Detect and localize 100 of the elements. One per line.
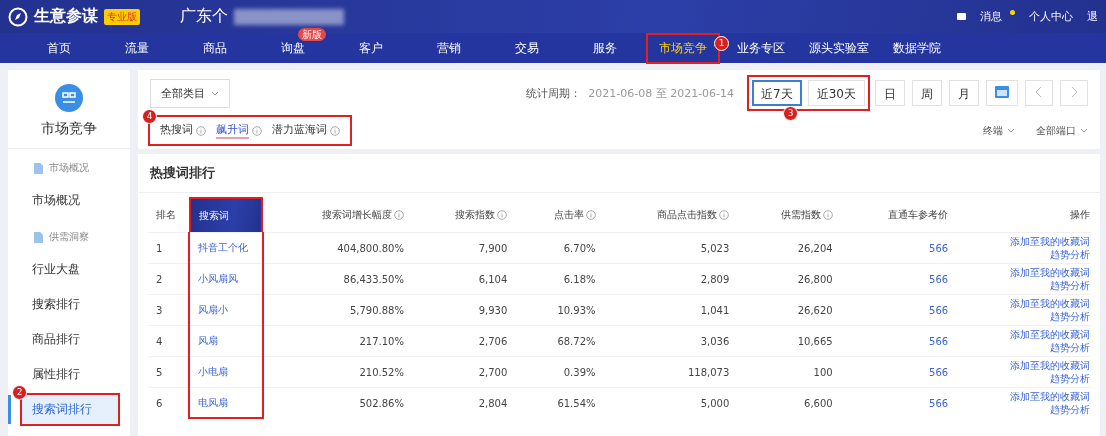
keyword-link[interactable]: 小风扇风 bbox=[189, 263, 263, 295]
table-cell[interactable]: 566 bbox=[840, 294, 957, 326]
step-marker: 1 bbox=[714, 35, 729, 51]
info-icon[interactable] bbox=[196, 125, 206, 136]
chevron-down-icon bbox=[1007, 128, 1015, 133]
info-icon[interactable] bbox=[393, 209, 404, 220]
sidebar-item[interactable]: 行业大盘 bbox=[22, 255, 118, 284]
action-link[interactable]: 趋势分析 bbox=[964, 279, 1090, 292]
table-title: 热搜词排行 bbox=[138, 154, 1100, 193]
action-link[interactable]: 添加至我的收藏词 bbox=[964, 359, 1090, 372]
table-cell: 100 bbox=[737, 356, 841, 388]
table-cell: 5,000 bbox=[603, 387, 738, 418]
action-link[interactable]: 趋势分析 bbox=[964, 341, 1090, 354]
table-cell: 26,800 bbox=[737, 263, 841, 295]
step-marker: 2 bbox=[12, 385, 27, 400]
table-cell: 6.70% bbox=[515, 232, 604, 264]
sidebar-item[interactable]: 搜索排行 bbox=[22, 290, 118, 319]
calendar-button[interactable] bbox=[986, 80, 1018, 106]
table-cell[interactable]: 566 bbox=[840, 232, 957, 264]
table-cell: 6 bbox=[148, 387, 189, 418]
table-cell: 217.10% bbox=[263, 325, 412, 357]
action-link[interactable]: 添加至我的收藏词 bbox=[964, 266, 1090, 279]
table-cell: 9,930 bbox=[411, 294, 516, 326]
nav-tab[interactable]: 源头实验室 bbox=[805, 33, 873, 63]
selection-bar bbox=[8, 395, 11, 424]
table-cell: 10.93% bbox=[515, 294, 604, 326]
table-cell: 2 bbox=[148, 263, 189, 295]
edition-tag: 专业版 bbox=[104, 8, 140, 25]
nav-tab[interactable]: 服务 bbox=[589, 33, 621, 63]
table-cell[interactable]: 566 bbox=[840, 356, 957, 388]
period-label: 统计周期： bbox=[526, 85, 582, 101]
info-icon[interactable] bbox=[330, 125, 340, 136]
table-cell: 502.86% bbox=[263, 387, 412, 418]
keyword-link[interactable]: 电风扇 bbox=[189, 387, 263, 418]
table-cell: 4 bbox=[148, 325, 189, 357]
action-link[interactable]: 趋势分析 bbox=[964, 403, 1090, 416]
table-cell[interactable]: 566 bbox=[840, 263, 957, 295]
info-icon[interactable] bbox=[585, 209, 596, 220]
action-link[interactable]: 趋势分析 bbox=[964, 248, 1090, 261]
filter-dropdown[interactable]: 终端 bbox=[983, 123, 1015, 138]
table-cell: 118,073 bbox=[603, 356, 738, 388]
action-link[interactable]: 添加至我的收藏词 bbox=[964, 297, 1090, 310]
chevron-down-icon bbox=[1080, 128, 1088, 133]
nav-tab[interactable]: 首页 bbox=[43, 33, 75, 63]
unit-button[interactable]: 周 bbox=[912, 80, 942, 106]
unit-button[interactable]: 日 bbox=[875, 80, 905, 106]
sidebar-item[interactable]: 市场概况 bbox=[22, 186, 118, 215]
table-cell: 6,104 bbox=[411, 263, 516, 295]
table-cell: 86,433.50% bbox=[263, 263, 412, 295]
category-dropdown[interactable]: 全部类目 bbox=[150, 78, 230, 108]
header-link[interactable]: 退 bbox=[1087, 9, 1098, 24]
nav-tab[interactable]: 营销 bbox=[433, 33, 465, 63]
table-cell: 3,036 bbox=[603, 325, 738, 357]
sidebar-item[interactable]: 搜索词排行 bbox=[22, 395, 118, 424]
document-icon bbox=[34, 162, 43, 174]
nav-tab[interactable]: 商品 bbox=[199, 33, 231, 63]
sidebar-item[interactable]: 商品排行 bbox=[22, 325, 118, 354]
column-header: 商品点击指数 bbox=[657, 207, 718, 222]
action-link[interactable]: 添加至我的收藏词 bbox=[964, 235, 1090, 248]
column-header: 点击率 bbox=[553, 207, 584, 222]
nav-tab[interactable]: 业务专区 bbox=[733, 33, 789, 63]
chevron-down-icon bbox=[211, 90, 219, 96]
section-label: 市场概况 bbox=[49, 161, 89, 175]
keyword-link[interactable]: 风扇 bbox=[189, 325, 263, 357]
nav-tab[interactable]: 流量 bbox=[121, 33, 153, 63]
range-button[interactable]: 近7天 bbox=[752, 80, 802, 106]
nav-tab[interactable]: 交易 bbox=[511, 33, 543, 63]
info-icon[interactable] bbox=[822, 209, 833, 220]
keyword-link[interactable]: 抖音工个化 bbox=[189, 232, 263, 264]
nav-tab[interactable]: 客户 bbox=[355, 33, 387, 63]
tab[interactable]: 飙升词 bbox=[216, 122, 249, 139]
info-icon[interactable] bbox=[252, 125, 262, 136]
info-icon[interactable] bbox=[719, 209, 730, 220]
info-icon[interactable] bbox=[497, 209, 508, 220]
unit-button[interactable]: 月 bbox=[949, 80, 979, 106]
brand-name: 生意参谋 bbox=[34, 6, 98, 27]
keyword-link[interactable]: 小电扇 bbox=[189, 356, 263, 388]
notification-dot bbox=[1010, 10, 1015, 15]
shop-name: 广东个 bbox=[180, 6, 228, 27]
section-label: 供需洞察 bbox=[49, 230, 89, 244]
table-cell[interactable]: 566 bbox=[840, 325, 957, 357]
table-cell[interactable]: 566 bbox=[840, 387, 957, 418]
tab[interactable]: 潜力蓝海词 bbox=[272, 122, 327, 139]
tab[interactable]: 热搜词 bbox=[160, 122, 193, 139]
action-link[interactable]: 添加至我的收藏词 bbox=[964, 390, 1090, 403]
table-cell: 5 bbox=[148, 356, 189, 388]
keyword-link[interactable]: 风扇小 bbox=[189, 294, 263, 326]
previous-button[interactable] bbox=[1025, 80, 1053, 106]
header-link[interactable]: 个人中心 bbox=[1029, 9, 1073, 24]
header-link[interactable]: 消息 bbox=[980, 9, 1002, 24]
next-button[interactable] bbox=[1060, 80, 1088, 106]
filter-dropdown[interactable]: 全部端口 bbox=[1036, 123, 1088, 138]
step-marker: 3 bbox=[783, 106, 799, 121]
action-link[interactable]: 趋势分析 bbox=[964, 310, 1090, 323]
action-link[interactable]: 添加至我的收藏词 bbox=[964, 328, 1090, 341]
table-cell: 5,790.88% bbox=[263, 294, 412, 326]
column-header: 搜索指数 bbox=[455, 207, 496, 222]
action-link[interactable]: 趋势分析 bbox=[964, 372, 1090, 385]
nav-tab[interactable]: 数据学院 bbox=[889, 33, 945, 63]
range-button[interactable]: 近30天 bbox=[807, 80, 865, 106]
